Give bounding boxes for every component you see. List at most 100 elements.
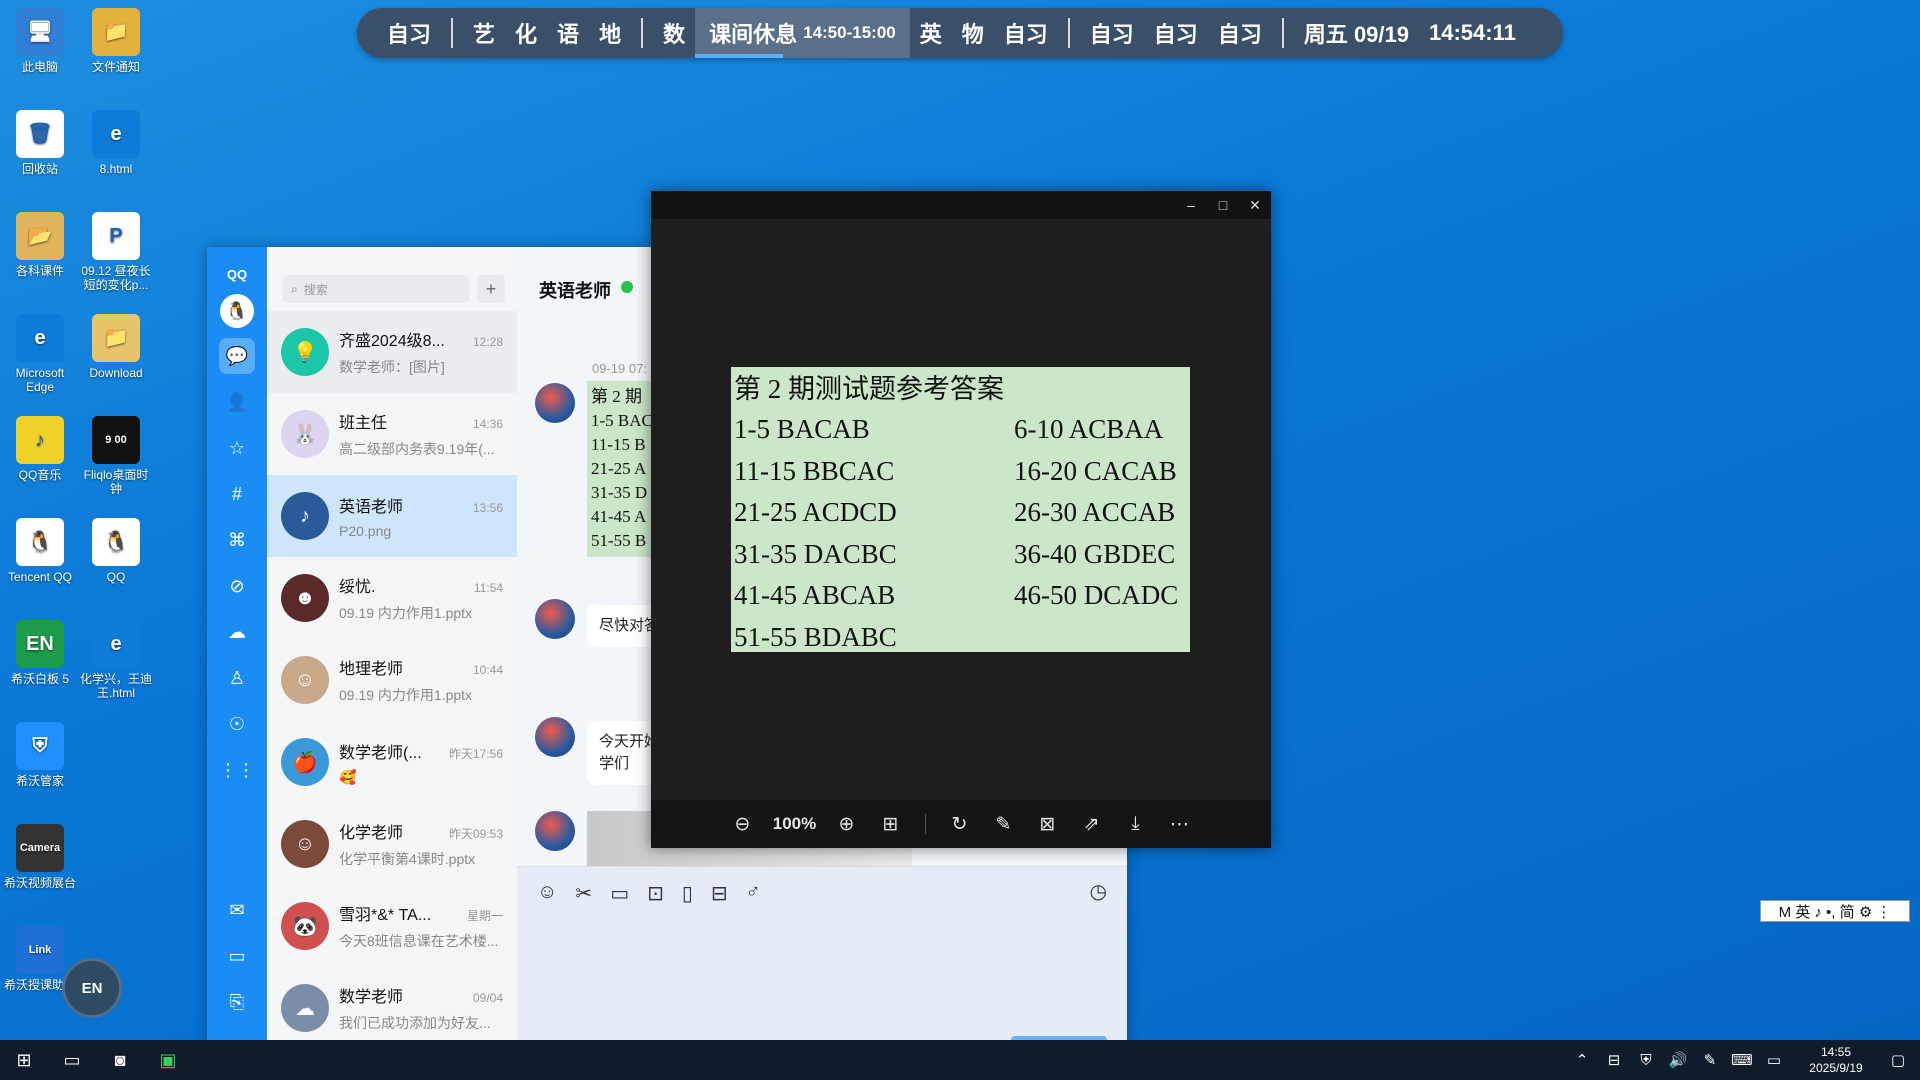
schedule-period: 数	[663, 22, 686, 47]
conversation-item[interactable]: 💡 齐盛2024级8... 12:28 数学老师：[图片]	[267, 311, 517, 393]
pen-icon[interactable]: ✎	[1694, 1051, 1726, 1069]
conversation-item[interactable]: ☺ 地理老师 10:44 09.19 内力作用1.pptx	[267, 639, 517, 721]
conversation-time: 09/04	[472, 991, 503, 1005]
desktop-icon[interactable]: Camera 希沃视频展台	[2, 824, 78, 890]
desktop-icon[interactable]: 🐧 Tencent QQ	[2, 518, 78, 584]
task-view-icon[interactable]: ▭	[48, 1050, 96, 1071]
cloud-icon[interactable]: ☁	[219, 614, 255, 650]
minimize-icon[interactable]: –	[1175, 197, 1207, 213]
edit-icon[interactable]: ✎	[982, 813, 1026, 836]
schedule-period: 自习	[1153, 22, 1198, 47]
camera-app-icon[interactable]: ◙	[96, 1050, 144, 1071]
desktop-icon[interactable]: 🗑 回收站	[2, 110, 78, 176]
mail-icon[interactable]: ✉	[219, 892, 255, 928]
answer-entry: 16-20 CACAB	[1014, 455, 1177, 486]
apps-grid-icon[interactable]: ⋮⋮	[219, 752, 255, 788]
shirt-icon[interactable]: ♙	[219, 660, 255, 696]
seewo-float-button[interactable]: EN	[62, 958, 122, 1018]
game-icon[interactable]: ⌘	[219, 522, 255, 558]
conversation-item[interactable]: 🐼 雪羽*&* TA... 星期一 今天8班信息课在艺术楼...	[267, 885, 517, 967]
conversation-item[interactable]: 🍎 数学老师(... 昨天17:56 🥰	[267, 721, 517, 803]
schedule-divider	[1281, 18, 1284, 48]
start-icon[interactable]: ⊞	[0, 1050, 48, 1071]
volume-icon[interactable]: 🔊	[1662, 1051, 1694, 1069]
network-icon[interactable]: ⊟	[1598, 1051, 1630, 1069]
app-icon: 📂	[16, 212, 64, 260]
maximize-icon[interactable]: □	[1207, 197, 1239, 213]
image-icon[interactable]: ⊡	[647, 881, 664, 906]
keyboard-icon[interactable]: ⌨	[1726, 1051, 1758, 1069]
channel-icon[interactable]: #	[219, 476, 255, 512]
desktop-icon[interactable]: 🐧 QQ	[78, 518, 154, 584]
desktop-icon[interactable]: 🖥 此电脑	[2, 8, 78, 74]
desktop-icon[interactable]: ♪ QQ音乐	[2, 416, 78, 482]
schedule-period: 语	[557, 22, 580, 47]
shield-icon[interactable]: ⛨	[1630, 1052, 1662, 1069]
conversation-item[interactable]: ☁ 数学老师 09/04 我们已成功添加为好友...	[267, 967, 517, 1049]
vibrate-icon[interactable]: ▯	[682, 881, 693, 906]
schedule-divider	[641, 18, 644, 48]
chevron-up-icon[interactable]: ⌃	[1566, 1051, 1598, 1069]
scissors-icon[interactable]: ✂	[575, 881, 592, 906]
desktop-icon[interactable]: e 8.html	[78, 110, 154, 176]
schedule-divider	[451, 18, 454, 48]
link-icon[interactable]: ⊘	[219, 568, 255, 604]
seewo-app-icon[interactable]: ▣	[144, 1050, 192, 1071]
folder-icon[interactable]: ▭	[219, 938, 255, 974]
desktop-icon[interactable]: ⛨ 希沃管家	[2, 722, 78, 788]
sender-avatar[interactable]	[535, 717, 575, 757]
desktop-icon[interactable]: 📁 文件通知	[78, 8, 154, 74]
answer-entry: 6-10 ACBAA	[1014, 414, 1164, 444]
desktop-icon[interactable]: 9 00 Fliqlo桌面时钟	[78, 416, 154, 496]
contacts-icon[interactable]: 👤	[219, 384, 255, 420]
sender-avatar[interactable]	[535, 811, 575, 851]
user-avatar[interactable]: 🐧	[220, 294, 254, 328]
add-button[interactable]: +	[477, 275, 505, 303]
bookmark-icon[interactable]: ⎘	[219, 984, 255, 1020]
conversation-name: 数学老师(...	[339, 744, 422, 762]
emoji-icon[interactable]: ☺	[537, 881, 557, 906]
text-message-line: 学们	[599, 755, 630, 772]
star-icon[interactable]: ☆	[219, 430, 255, 466]
sender-avatar[interactable]	[535, 599, 575, 639]
folder-icon[interactable]: ▭	[610, 881, 629, 906]
desktop-icon[interactable]: EN 希沃白板 5	[2, 620, 78, 686]
ocr-icon[interactable]: ⊠	[1026, 813, 1070, 836]
desktop-icon[interactable]: e Microsoft Edge	[2, 314, 78, 394]
conversation-item[interactable]: ☻ 绥忧. 11:54 09.19 内力作用1.pptx	[267, 557, 517, 639]
desktop-icon[interactable]: 📁 Download	[78, 314, 154, 380]
conversation-item[interactable]: ☺ 化学老师 昨天09:53 化学平衡第4课时.pptx	[267, 803, 517, 885]
close-icon[interactable]: ✕	[1239, 197, 1271, 214]
taskbar-clock[interactable]: 14:55 2025/9/19	[1790, 1044, 1882, 1076]
qq-nav-rail: QQ 🐧 💬 👤 ☆ # ⌘ ⊘ ☁ ♙ ☉ ⋮⋮ ✉ ▭ ⎘ ≡	[207, 247, 267, 1080]
microphone-icon[interactable]: ♂	[746, 881, 761, 906]
actual-size-icon[interactable]: ⊞	[869, 813, 913, 836]
download-icon[interactable]: ⤓	[1114, 813, 1158, 835]
conversation-preview: 高二级部内务表9.19年(...	[339, 441, 495, 457]
ime-toolbar[interactable]: M 英 ♪ •, 简 ⚙ ⋮	[1760, 900, 1910, 922]
conversation-body: 化学老师 昨天09:53 化学平衡第4课时.pptx	[339, 819, 503, 869]
sender-avatar[interactable]	[535, 383, 575, 423]
planet-icon[interactable]: ☉	[219, 706, 255, 742]
desktop-icon[interactable]: 📂 各科课件	[2, 212, 78, 278]
desktop-icon[interactable]: e 化学兴，王迪王.html	[78, 620, 154, 700]
notification-icon[interactable]: ▢	[1882, 1051, 1914, 1069]
break-progress-bar	[695, 54, 784, 58]
app-icon: 📁	[92, 8, 140, 56]
conversation-item[interactable]: ♪ 英语老师 13:56 P20.png	[267, 475, 517, 557]
conversation-avatar: 🍎	[281, 738, 329, 786]
box-icon[interactable]: ⊟	[711, 881, 728, 906]
conversation-avatar: ☻	[281, 574, 329, 622]
desktop-icon[interactable]: P 09.12 昼夜长短的变化p...	[78, 212, 154, 292]
search-input[interactable]: ⌕ 搜索	[283, 275, 469, 303]
display-icon[interactable]: ▭	[1758, 1051, 1790, 1069]
conversation-item[interactable]: 🐰 班主任 14:36 高二级部内务表9.19年(...	[267, 393, 517, 475]
messages-icon[interactable]: 💬	[219, 338, 255, 374]
rotate-icon[interactable]: ↻	[938, 813, 982, 836]
history-clock-icon[interactable]: ◷	[1090, 879, 1107, 904]
app-icon: EN	[16, 620, 64, 668]
zoom-in-icon[interactable]: ⊕	[825, 813, 869, 836]
zoom-out-icon[interactable]: ⊖	[721, 813, 765, 836]
more-icon[interactable]: ⋯	[1158, 813, 1202, 836]
share-icon[interactable]: ⇗	[1070, 813, 1114, 836]
